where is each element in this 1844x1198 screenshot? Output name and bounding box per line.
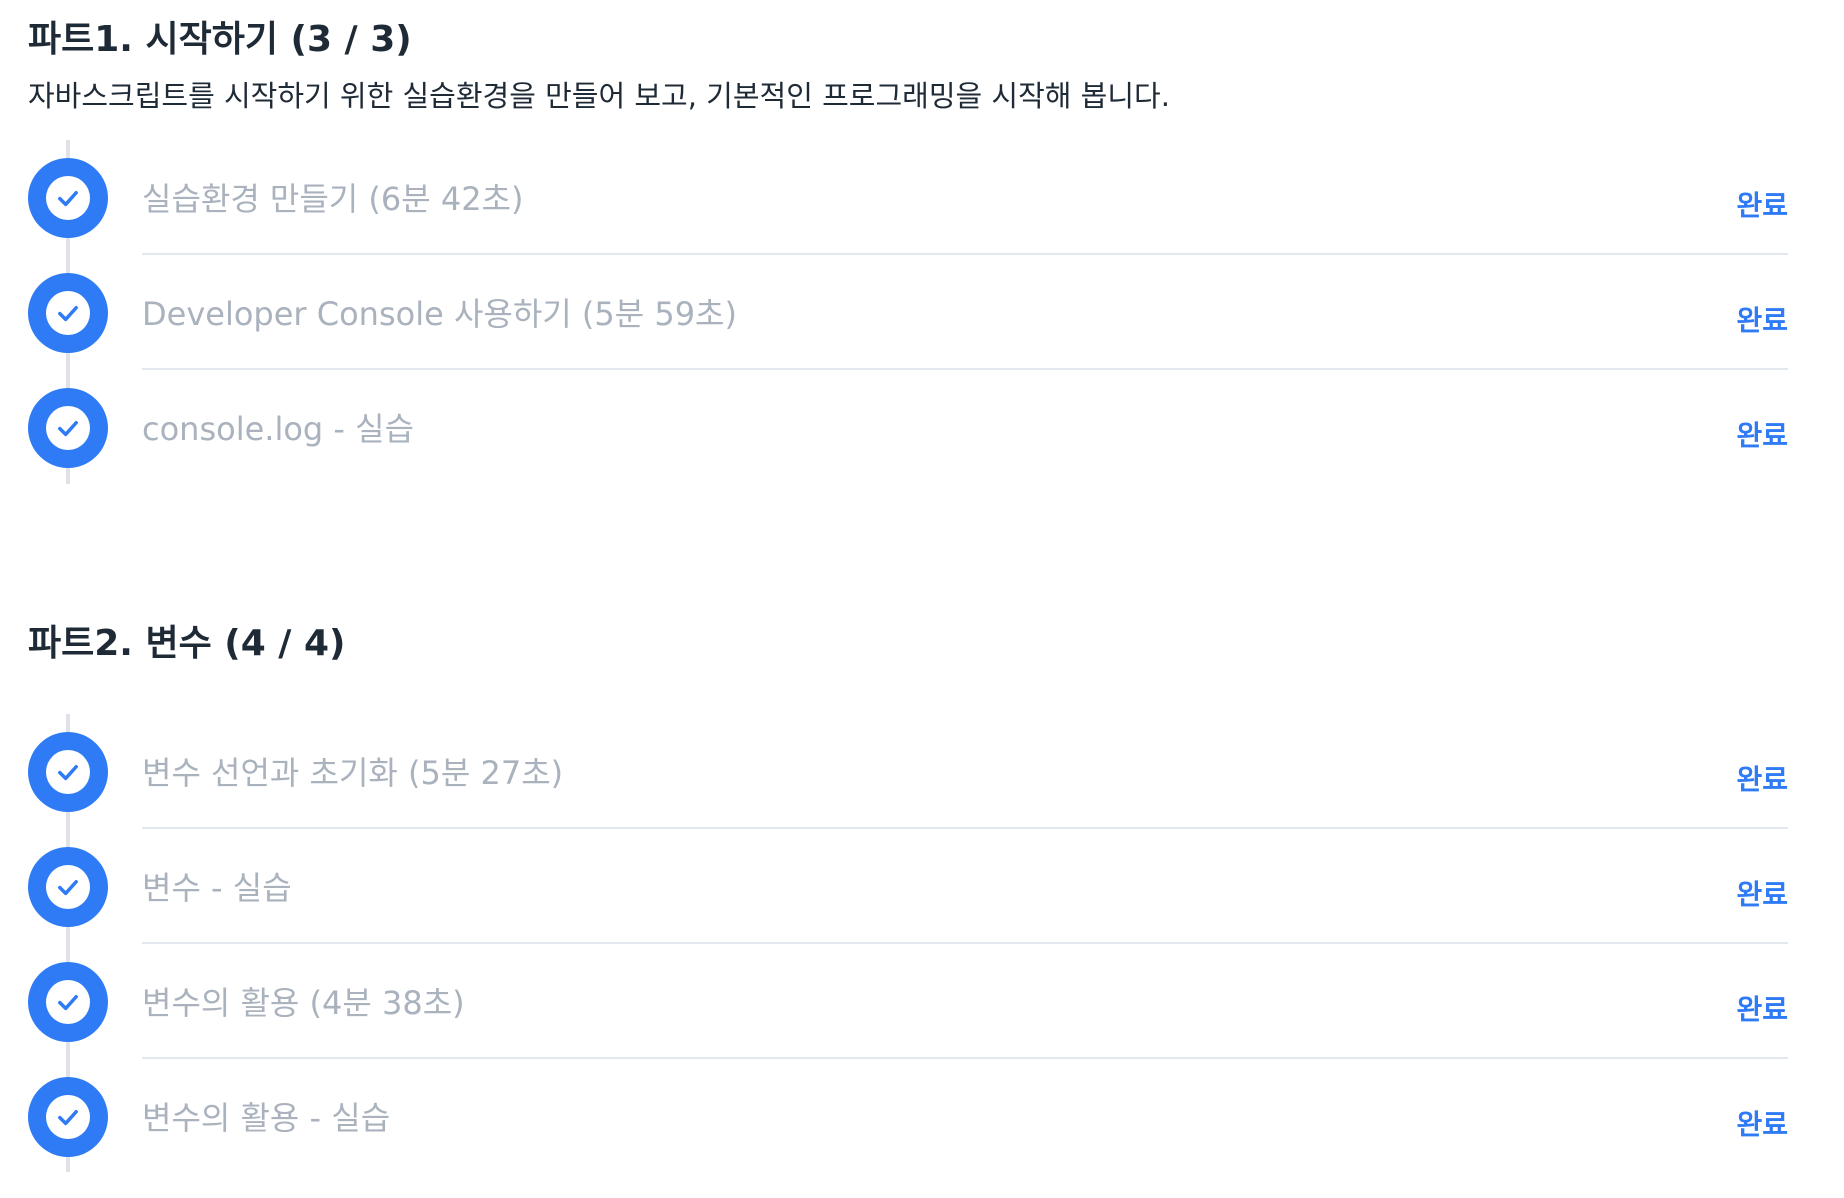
lesson-status: 완료 [1736, 304, 1788, 337]
lesson-status: 완료 [1736, 993, 1788, 1026]
lesson-item[interactable]: console.log - 실습 완료 [28, 370, 1816, 485]
part-title: 파트2. 변수 (4 / 4) [28, 623, 346, 664]
lesson-status: 완료 [1736, 419, 1788, 452]
part-description: 자바스크립트를 시작하기 위한 실습환경을 만들어 보고, 기본적인 프로그래밍… [28, 79, 1170, 113]
lesson-title[interactable]: 변수 - 실습 [142, 863, 292, 909]
lesson-title[interactable]: 변수의 활용 - 실습 [142, 1093, 390, 1139]
lesson-title[interactable]: console.log - 실습 [142, 404, 414, 450]
checkmark-circle-icon [28, 732, 108, 812]
lesson-list: 변수 선언과 초기화 (5분 27초) 완료 변수 - 실습 완료 변수의 활용… [28, 714, 1816, 1174]
lesson-item[interactable]: 변수의 활용 (4분 38초) 완료 [28, 944, 1816, 1059]
lesson-title[interactable]: 실습환경 만들기 (6분 42초) [142, 174, 524, 220]
lesson-title[interactable]: Developer Console 사용하기 (5분 59초) [142, 289, 737, 335]
checkmark-circle-icon [28, 1077, 108, 1157]
lesson-status: 완료 [1736, 878, 1788, 911]
lesson-status: 완료 [1736, 763, 1788, 796]
lesson-item[interactable]: 실습환경 만들기 (6분 42초) 완료 [28, 140, 1816, 255]
lesson-status: 완료 [1736, 189, 1788, 222]
lesson-list: 실습환경 만들기 (6분 42초) 완료 Developer Console 사… [28, 140, 1816, 485]
checkmark-circle-icon [28, 158, 108, 238]
lesson-status: 완료 [1736, 1108, 1788, 1141]
lesson-item[interactable]: 변수 선언과 초기화 (5분 27초) 완료 [28, 714, 1816, 829]
lesson-item[interactable]: 변수 - 실습 완료 [28, 829, 1816, 944]
lesson-title[interactable]: 변수의 활용 (4분 38초) [142, 978, 465, 1024]
checkmark-circle-icon [28, 273, 108, 353]
lesson-item[interactable]: 변수의 활용 - 실습 완료 [28, 1059, 1816, 1174]
lesson-title[interactable]: 변수 선언과 초기화 (5분 27초) [142, 748, 563, 794]
checkmark-circle-icon [28, 962, 108, 1042]
checkmark-circle-icon [28, 847, 108, 927]
checkmark-circle-icon [28, 388, 108, 468]
lesson-item[interactable]: Developer Console 사용하기 (5분 59초) 완료 [28, 255, 1816, 370]
curriculum-page: 파트1. 시작하기 (3 / 3) 자바스크립트를 시작하기 위한 실습환경을 … [0, 0, 1844, 1198]
part-section: 파트2. 변수 (4 / 4) 변수 선언과 초기화 (5분 27초) 완료 변… [28, 616, 1816, 1174]
part-title: 파트1. 시작하기 (3 / 3) [28, 19, 412, 60]
part-section: 파트1. 시작하기 (3 / 3) 자바스크립트를 시작하기 위한 실습환경을 … [28, 12, 1816, 485]
